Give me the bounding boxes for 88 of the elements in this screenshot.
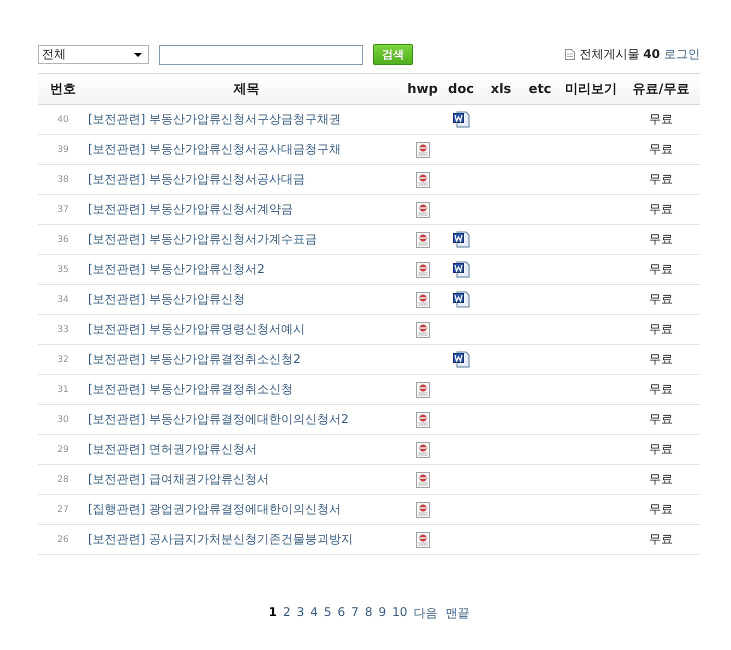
price-type: 무료	[622, 404, 700, 434]
search-field[interactable]	[159, 44, 363, 64]
price-type: 무료	[622, 224, 700, 254]
document-icon[interactable]	[416, 532, 430, 548]
post-number: 33	[38, 314, 88, 344]
price-type: 무료	[622, 134, 700, 164]
price-type: 무료	[622, 104, 700, 134]
post-number: 36	[38, 224, 88, 254]
post-number: 32	[38, 344, 88, 374]
page-link[interactable]: 1	[268, 605, 277, 622]
post-title-link[interactable]: [보전관련] 부동산가압류신청	[88, 292, 246, 306]
post-number: 39	[38, 134, 88, 164]
post-title-link[interactable]: [보전관련] 부동산가압류신청서가계수표금	[88, 232, 318, 246]
post-title-link[interactable]: [보전관련] 부동산가압류신청서구상금청구채권	[88, 112, 342, 126]
page-link[interactable]: 8	[364, 605, 372, 622]
price-type: 무료	[622, 284, 700, 314]
post-number: 28	[38, 464, 88, 494]
document-icon[interactable]	[416, 412, 430, 428]
price-type: 무료	[622, 464, 700, 494]
page-link[interactable]: 9	[378, 605, 386, 622]
post-number: 29	[38, 434, 88, 464]
post-title-link[interactable]: [보전관련] 부동산가압류결정에대한이의신청서2	[88, 412, 349, 426]
column-header: 번호	[38, 74, 88, 104]
post-number: 30	[38, 404, 88, 434]
column-header: 유료/무료	[622, 74, 700, 104]
word-document-icon[interactable]	[452, 111, 470, 128]
document-icon[interactable]	[416, 142, 430, 158]
page-link[interactable]: 6	[338, 605, 346, 622]
price-type: 무료	[622, 254, 700, 284]
document-icon[interactable]	[416, 262, 430, 278]
price-type: 무료	[622, 194, 700, 224]
post-number: 37	[38, 194, 88, 224]
post-title-link[interactable]: [보전관련] 공사금지가처분신청기존건물붕괴방지	[88, 532, 354, 546]
word-document-icon[interactable]	[452, 351, 470, 368]
price-type: 무료	[622, 164, 700, 194]
post-title-link[interactable]: [집행관련] 광업권가압류결정에대한이의신청서	[88, 502, 342, 516]
price-type: 무료	[622, 374, 700, 404]
post-number: 40	[38, 104, 88, 134]
category-dropdown[interactable]: 전체	[38, 45, 149, 64]
price-type: 무료	[622, 344, 700, 374]
column-header: 제목	[88, 74, 405, 104]
price-type: 무료	[622, 314, 700, 344]
page-link[interactable]: 3	[296, 605, 304, 622]
last-page-link[interactable]: 맨끝	[445, 605, 470, 622]
page-link[interactable]: 2	[282, 605, 291, 622]
post-number: 34	[38, 284, 88, 314]
column-header: doc	[440, 74, 482, 104]
word-document-icon[interactable]	[452, 291, 470, 308]
column-header: hwp	[405, 74, 440, 104]
document-icon[interactable]	[416, 382, 430, 398]
document-icon	[565, 49, 576, 60]
document-icon[interactable]	[416, 202, 430, 218]
page-link[interactable]: 10	[392, 605, 408, 622]
word-document-icon[interactable]	[452, 231, 470, 248]
document-icon[interactable]	[416, 472, 430, 488]
total-posts-count: 전체게시물 40	[579, 46, 660, 63]
login-link[interactable]: 로그인	[664, 46, 700, 63]
document-icon[interactable]	[416, 442, 430, 458]
post-title-link[interactable]: [보전관련] 면허권가압류신청서	[88, 442, 258, 456]
word-document-icon[interactable]	[452, 261, 470, 278]
post-number: 38	[38, 164, 88, 194]
price-type: 무료	[622, 494, 700, 524]
post-title-link[interactable]: [보전관련] 부동산가압류결정취소신청2	[88, 352, 301, 366]
post-title-link[interactable]: [보전관련] 부동산가압류신청서계약금	[88, 202, 294, 216]
document-icon[interactable]	[416, 292, 430, 308]
post-title-link[interactable]: [보전관련] 부동산가압류결정취소신청	[88, 382, 294, 396]
document-icon[interactable]	[416, 232, 430, 248]
post-number: 27	[38, 494, 88, 524]
page-link[interactable]: 7	[351, 605, 359, 622]
post-title-link[interactable]: [보전관련] 부동산가압류신청서2	[88, 262, 265, 276]
post-title-link[interactable]: [보전관련] 급여채권가압류신청서	[88, 472, 270, 486]
page-link[interactable]: 4	[310, 605, 318, 622]
post-number: 26	[38, 524, 88, 554]
next-page-link[interactable]: 다음	[413, 605, 438, 622]
column-header: etc	[520, 74, 560, 104]
page-link[interactable]: 5	[324, 605, 332, 622]
document-icon[interactable]	[416, 172, 430, 188]
document-icon[interactable]	[416, 322, 430, 338]
document-icon[interactable]	[416, 502, 430, 518]
column-header: xls	[482, 74, 520, 104]
post-title-link[interactable]: [보전관련] 부동산가압류명령신청서예시	[88, 322, 306, 336]
post-number: 31	[38, 374, 88, 404]
column-header: 미리보기	[560, 74, 622, 104]
post-title-link[interactable]: [보전관련] 부동산가압류신청서공사대금	[88, 172, 306, 186]
price-type: 무료	[622, 524, 700, 554]
post-title-link[interactable]: [보전관련] 부동산가압류신청서공사대금청구채	[88, 142, 342, 156]
price-type: 무료	[622, 434, 700, 464]
post-number: 35	[38, 254, 88, 284]
